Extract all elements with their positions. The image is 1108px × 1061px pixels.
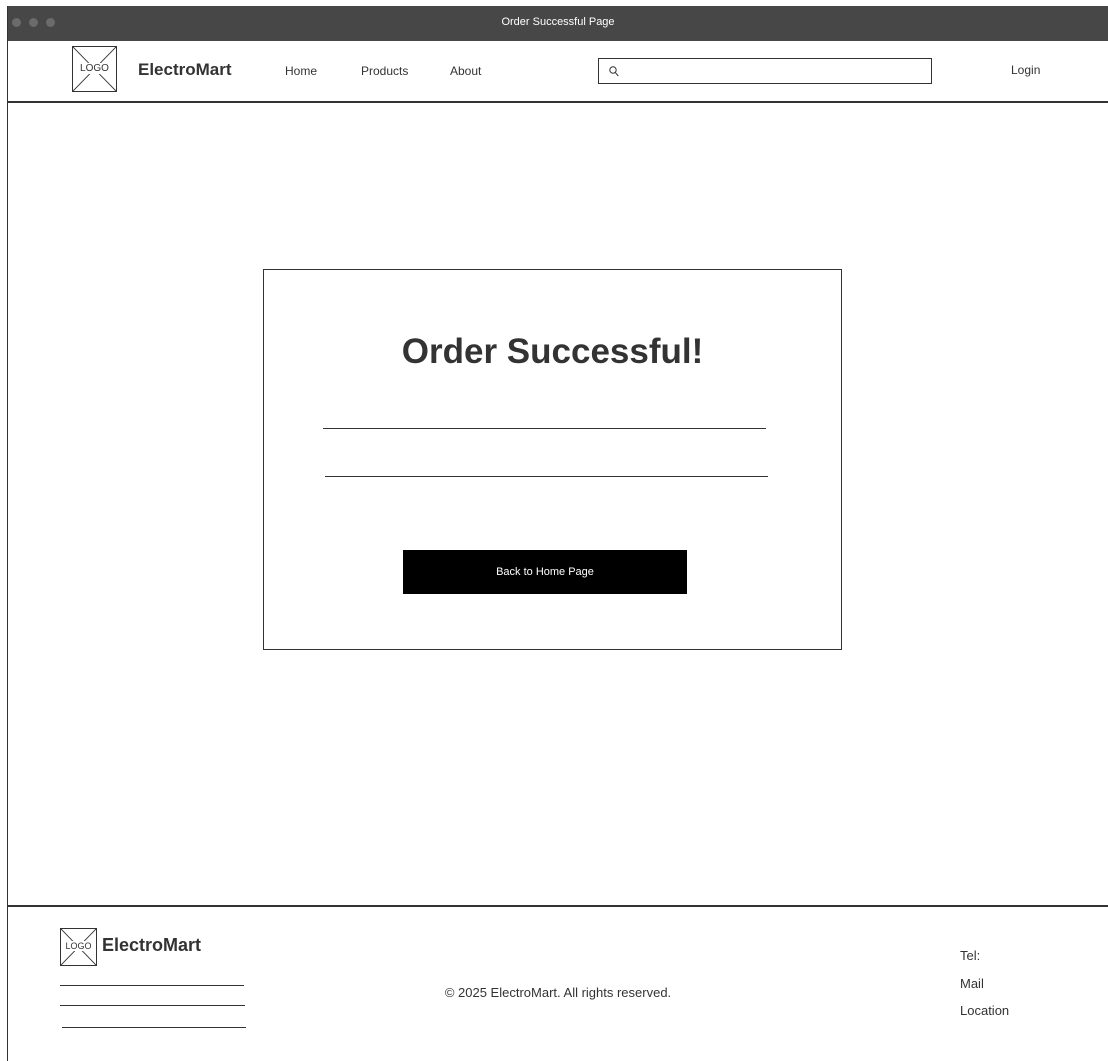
title-bar: Order Successful Page [8, 6, 1108, 41]
footer-line-2 [60, 1005, 245, 1006]
footer-copyright: © 2025 ElectroMart. All rights reserved. [444, 985, 672, 1000]
search-bar[interactable] [598, 58, 932, 84]
footer-contact-location: Location [960, 1003, 1010, 1018]
login-link[interactable]: Login [1011, 63, 1040, 77]
detail-line-2 [325, 476, 768, 477]
nav-link-about[interactable]: About [450, 64, 481, 78]
nav-brand[interactable]: ElectroMart [138, 60, 232, 80]
nav-logo[interactable]: LOGO [72, 46, 117, 92]
footer-line-3 [62, 1027, 246, 1028]
browser-window: Order Successful Page LOGO ElectroMart H… [7, 6, 1108, 1061]
search-icon [609, 66, 619, 77]
footer-contact-tel: Tel: [960, 948, 981, 963]
nav-link-home[interactable]: Home [285, 64, 317, 78]
footer-contact-mail: Mail [960, 976, 984, 991]
detail-line-1 [323, 428, 766, 429]
footer-logo-text: LOGO [61, 941, 96, 951]
nav-link-products[interactable]: Products [361, 64, 408, 78]
order-success-card: Order Successful! Back to Home Page [263, 269, 842, 650]
window-title: Order Successful Page [501, 16, 615, 28]
footer: LOGO ElectroMart © 2025 ElectroMart. All… [8, 905, 1108, 1061]
back-to-home-button[interactable]: Back to Home Page [403, 550, 687, 594]
navbar: LOGO ElectroMart Home Products About Log… [8, 41, 1108, 103]
footer-logo: LOGO [60, 928, 97, 966]
order-success-heading: Order Successful! [401, 332, 704, 371]
footer-brand: ElectroMart [102, 935, 202, 955]
nav-logo-text: LOGO [73, 63, 116, 74]
search-input[interactable] [625, 62, 925, 80]
